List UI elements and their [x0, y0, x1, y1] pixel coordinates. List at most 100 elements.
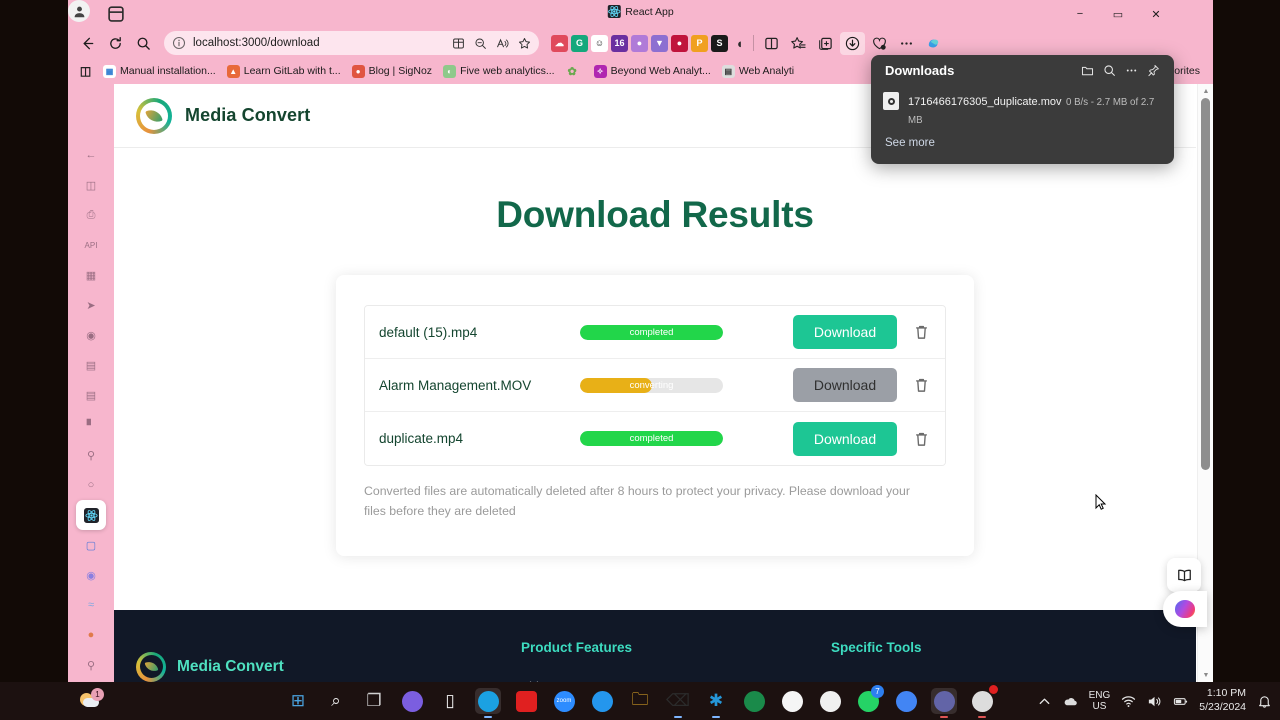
- volume-icon[interactable]: [1147, 694, 1162, 709]
- teams-chat-icon[interactable]: [399, 688, 425, 714]
- rail-search-icon[interactable]: ⚲: [76, 440, 106, 470]
- rail-github-icon[interactable]: ○: [76, 470, 106, 500]
- zoom-out-icon[interactable]: [469, 33, 491, 53]
- rail-window-icon[interactable]: ◫: [76, 170, 106, 200]
- add-favorite-icon[interactable]: [513, 33, 535, 53]
- notepad-icon[interactable]: ▯: [437, 688, 463, 714]
- start-button[interactable]: ⊞: [285, 688, 311, 714]
- extension-icon-s[interactable]: S: [711, 34, 728, 52]
- search-nav-button[interactable]: [130, 31, 156, 55]
- reading-mode-icon[interactable]: [1167, 558, 1201, 592]
- rail-search2-icon[interactable]: ⚲: [76, 650, 106, 680]
- rail-card2-icon[interactable]: ▤: [76, 380, 106, 410]
- download-button[interactable]: Download: [793, 315, 897, 349]
- vscode-icon[interactable]: ✱: [703, 688, 729, 718]
- scrollbar-down-arrow[interactable]: ▼: [1198, 668, 1213, 682]
- collections-bookmark-icon[interactable]: ◫: [74, 63, 97, 80]
- rail-api-icon[interactable]: API: [76, 230, 106, 260]
- extension-icon-color[interactable]: ●: [631, 34, 648, 52]
- edge-icon[interactable]: [475, 688, 501, 718]
- rail-react-tab-selected[interactable]: [76, 500, 106, 530]
- notifications-bell-icon[interactable]: [1257, 694, 1272, 709]
- rail-send-icon[interactable]: ➤: [76, 290, 106, 320]
- bookmark-item[interactable]: ▲ Learn GitLab with t...: [222, 63, 346, 80]
- active-tab[interactable]: React App: [607, 5, 674, 18]
- ai-assistant-icon[interactable]: [1163, 591, 1207, 627]
- zoom-icon[interactable]: zoom: [551, 688, 577, 714]
- extension-icon-p[interactable]: P: [691, 34, 708, 52]
- extension-icon-1[interactable]: ☁: [551, 34, 568, 52]
- bookmark-item[interactable]: ✧ Beyond Web Analyt...: [589, 63, 716, 80]
- footer-brand[interactable]: Media Convert: [136, 640, 521, 682]
- reload-button[interactable]: [102, 31, 128, 55]
- delete-trash-icon[interactable]: [911, 321, 931, 343]
- delete-trash-icon[interactable]: [911, 428, 931, 450]
- browser-essentials-button[interactable]: [867, 32, 892, 55]
- window-minimize-button[interactable]: −: [1061, 0, 1099, 28]
- rail-grid-icon[interactable]: ▘: [76, 410, 106, 440]
- terminal-icon[interactable]: ⌫: [665, 688, 691, 718]
- onedrive-icon[interactable]: [1063, 694, 1078, 709]
- battery-icon[interactable]: [1173, 694, 1188, 709]
- language-indicator[interactable]: ENG US: [1089, 690, 1111, 713]
- bookmark-item[interactable]: ● Blog | SigNoz: [347, 63, 437, 80]
- download-button[interactable]: Download: [793, 421, 897, 456]
- extension-icon-v[interactable]: ▼: [651, 34, 668, 52]
- url-text[interactable]: localhost:3000/download: [193, 37, 447, 49]
- collections-button[interactable]: [813, 32, 838, 55]
- favorites-button[interactable]: [786, 32, 811, 55]
- delete-trash-icon[interactable]: [911, 374, 931, 396]
- extension-icon-dark[interactable]: ●: [671, 34, 688, 52]
- split-screen-button[interactable]: [759, 32, 784, 55]
- wifi-icon[interactable]: [1121, 694, 1136, 709]
- address-bar[interactable]: localhost:3000/download: [164, 31, 539, 55]
- site-brand[interactable]: Media Convert: [136, 97, 310, 134]
- extension-icon-ghost[interactable]: ◖: [731, 35, 748, 52]
- downloads-flyout[interactable]: Downloads 1716466176305_duplicate.mov 0 …: [871, 55, 1174, 164]
- weather-widget[interactable]: 1: [80, 688, 104, 711]
- chrome-icon[interactable]: [893, 688, 919, 714]
- search-taskbar-icon[interactable]: ⌕: [323, 688, 349, 714]
- rail-card-icon[interactable]: ▤: [76, 350, 106, 380]
- open-downloads-folder-icon[interactable]: [1076, 59, 1098, 81]
- search-downloads-icon[interactable]: [1098, 59, 1120, 81]
- tab-actions-icon[interactable]: [106, 4, 126, 24]
- rail-doc-icon[interactable]: ⎙: [76, 200, 106, 230]
- rail-eye2-icon[interactable]: ◉: [76, 560, 106, 590]
- task-view-icon[interactable]: ❐: [361, 688, 387, 714]
- file-explorer-icon[interactable]: 🗀: [627, 688, 653, 714]
- back-button[interactable]: [74, 31, 100, 55]
- microsoft-teams-icon[interactable]: [931, 688, 957, 718]
- see-more-link[interactable]: See more: [871, 128, 1174, 149]
- rail-wave-icon[interactable]: ≈: [76, 590, 106, 620]
- rail-tab-2-icon[interactable]: ▢: [76, 530, 106, 560]
- window-close-button[interactable]: ✕: [1137, 0, 1175, 28]
- show-hidden-icons-button[interactable]: [1037, 694, 1052, 709]
- extension-icon-smile[interactable]: ☺: [591, 34, 608, 52]
- bookmark-item[interactable]: ✿: [561, 63, 588, 80]
- downloads-button[interactable]: [840, 31, 865, 55]
- download-item[interactable]: 1716466176305_duplicate.mov 0 B/s - 2.7 …: [871, 85, 1174, 128]
- pin-downloads-icon[interactable]: [1142, 59, 1164, 81]
- split-screen-icon[interactable]: [447, 33, 469, 53]
- bookmark-item[interactable]: ◐ Five web analytics...: [438, 63, 560, 80]
- copilot-button[interactable]: [921, 32, 946, 55]
- rail-eye-icon[interactable]: ◉: [76, 320, 106, 350]
- bookmark-item[interactable]: ▤ Web Analyti: [717, 63, 799, 80]
- downloads-more-options-icon[interactable]: [1120, 59, 1142, 81]
- slack-icon[interactable]: [817, 688, 843, 714]
- extension-icon-16[interactable]: 16: [611, 34, 628, 52]
- settings-more-button[interactable]: [894, 32, 919, 55]
- app-icon-last[interactable]: [969, 685, 998, 718]
- clock-widget[interactable]: 1:10 PM 5/23/2024: [1199, 687, 1246, 714]
- scrollbar-thumb[interactable]: [1201, 98, 1210, 470]
- site-info-icon[interactable]: [172, 36, 186, 50]
- window-maximize-button[interactable]: ▭: [1099, 0, 1137, 28]
- grammarly-icon[interactable]: G: [571, 34, 588, 52]
- bookmark-item[interactable]: ▦ Manual installation...: [98, 63, 221, 80]
- docker-icon[interactable]: [589, 688, 615, 714]
- rail-back-icon[interactable]: ←: [76, 140, 106, 170]
- youtube-icon[interactable]: [513, 688, 539, 714]
- read-aloud-icon[interactable]: [491, 33, 513, 53]
- profile-avatar-icon[interactable]: [68, 0, 90, 22]
